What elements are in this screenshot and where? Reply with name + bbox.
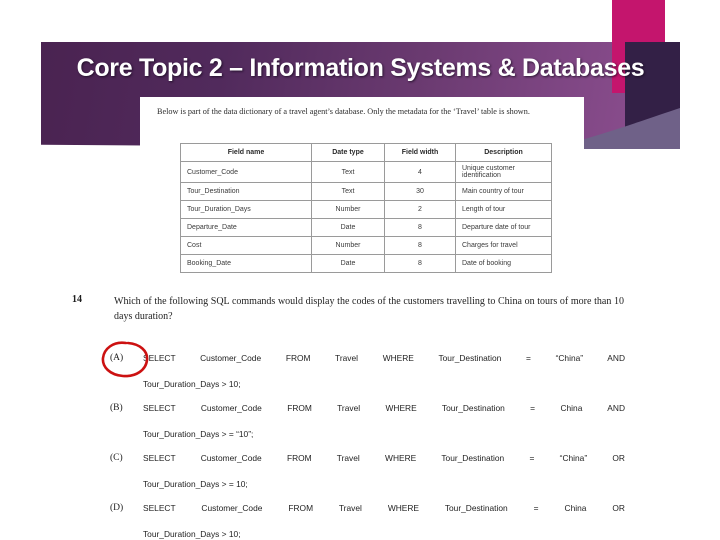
cell-description: Date of booking (455, 254, 552, 273)
cell-field-width: 8 (384, 236, 456, 255)
option-a-text: SELECT Customer_Code FROM Travel WHERE T… (143, 352, 625, 391)
cell-field-width: 2 (384, 200, 456, 219)
table-row: Cost Number 8 Charges for travel (180, 236, 552, 255)
cell-field-name: Tour_Destination (180, 182, 312, 201)
cell-field-name: Tour_Duration_Days (180, 200, 312, 219)
column-header-field-name: Field name (180, 143, 312, 162)
option-a-label: (A) (110, 353, 124, 363)
answer-options-list: (A) SELECT Customer_Code FROM Travel WHE… (110, 352, 625, 540)
option-b-line-2: Tour_Duration_Days > = “10”; (143, 429, 254, 439)
data-dictionary-table: Field name Date type Field width Descrip… (180, 143, 552, 273)
option-b-text: SELECT Customer_Code FROM Travel WHERE T… (143, 402, 625, 441)
option-b-label: (B) (110, 403, 123, 413)
cell-field-width: 8 (384, 254, 456, 273)
cell-field-name: Customer_Code (180, 161, 312, 183)
table-header-row: Field name Date type Field width Descrip… (180, 143, 552, 162)
slide-title: Core Topic 2 – Information Systems & Dat… (76, 54, 645, 82)
cell-field-width: 4 (384, 161, 456, 183)
cell-description: Main country of tour (455, 182, 552, 201)
cell-date-type: Text (311, 161, 385, 183)
option-d-text: SELECT Customer_Code FROM Travel WHERE T… (143, 502, 625, 540)
question-block: 14 Which of the following SQL commands w… (72, 294, 624, 324)
table-row: Booking_Date Date 8 Date of booking (180, 254, 552, 273)
cell-date-type: Number (311, 200, 385, 219)
question-number: 14 (72, 294, 82, 305)
option-a-line-1: SELECT Customer_Code FROM Travel WHERE T… (143, 353, 625, 363)
table-row: Departure_Date Date 8 Departure date of … (180, 218, 552, 237)
cell-field-name: Cost (180, 236, 312, 255)
option-d: (D) SELECT Customer_Code FROM Travel WHE… (110, 502, 625, 540)
option-d-label: (D) (110, 503, 124, 513)
slide-canvas: Core Topic 2 – Information Systems & Dat… (0, 0, 720, 540)
option-c-label: (C) (110, 453, 123, 463)
option-c-line-2: Tour_Duration_Days > = 10; (143, 479, 248, 489)
option-c-text: SELECT Customer_Code FROM Travel WHERE T… (143, 452, 625, 491)
cell-field-width: 8 (384, 218, 456, 237)
document-intro-text: Below is part of the data dictionary of … (157, 107, 530, 116)
option-d-line-1: SELECT Customer_Code FROM Travel WHERE T… (143, 503, 625, 513)
cell-date-type: Date (311, 254, 385, 273)
option-d-line-2: Tour_Duration_Days > 10; (143, 529, 241, 539)
option-b-line-1: SELECT Customer_Code FROM Travel WHERE T… (143, 403, 625, 413)
question-text: Which of the following SQL commands woul… (114, 296, 624, 322)
cell-date-type: Text (311, 182, 385, 201)
cell-description: Length of tour (455, 200, 552, 219)
cell-description: Departure date of tour (455, 218, 552, 237)
column-header-field-width: Field width (384, 143, 456, 162)
cell-description: Unique customer identification (455, 161, 552, 183)
cell-date-type: Date (311, 218, 385, 237)
cell-description: Charges for travel (455, 236, 552, 255)
option-b: (B) SELECT Customer_Code FROM Travel WHE… (110, 402, 625, 441)
table-row: Customer_Code Text 4 Unique customer ide… (180, 161, 552, 183)
cell-field-name: Booking_Date (180, 254, 312, 273)
cell-field-width: 30 (384, 182, 456, 201)
option-a-line-2: Tour_Duration_Days > 10; (143, 379, 241, 389)
column-header-description: Description (455, 143, 552, 162)
table-row: Tour_Destination Text 30 Main country of… (180, 182, 552, 201)
option-a: (A) SELECT Customer_Code FROM Travel WHE… (110, 352, 625, 391)
cell-field-name: Departure_Date (180, 218, 312, 237)
column-header-date-type: Date type (311, 143, 385, 162)
table-row: Tour_Duration_Days Number 2 Length of to… (180, 200, 552, 219)
cell-date-type: Number (311, 236, 385, 255)
option-c: (C) SELECT Customer_Code FROM Travel WHE… (110, 452, 625, 491)
option-c-line-1: SELECT Customer_Code FROM Travel WHERE T… (143, 453, 625, 463)
document-card: Below is part of the data dictionary of … (140, 97, 584, 283)
